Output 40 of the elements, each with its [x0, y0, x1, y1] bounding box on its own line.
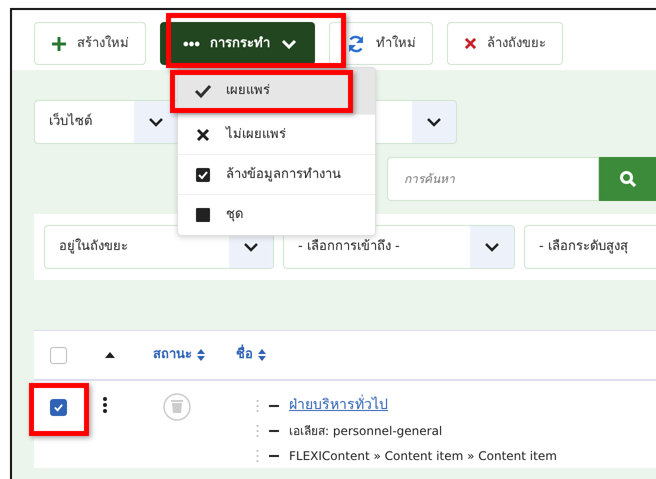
sort-icon	[196, 349, 206, 361]
more-icon	[183, 40, 200, 46]
menu-item[interactable]: ไม่เผยแพร่	[178, 115, 375, 155]
filter-select[interactable]: - เลือกการเข้าถึง -	[283, 225, 515, 269]
search-button[interactable]	[599, 157, 656, 201]
dots-icon	[256, 424, 259, 438]
plus-icon	[51, 36, 67, 52]
actions-button[interactable]: การกระทำ	[160, 22, 315, 65]
select-all-checkbox[interactable]	[50, 346, 67, 364]
menu-item[interactable]: ล้างข้อมูลการทำงาน	[178, 155, 375, 195]
dots-icon	[256, 398, 259, 412]
sort-up-icon	[105, 352, 115, 358]
column-header[interactable]: สถานะ	[153, 345, 206, 365]
dash-icon	[269, 404, 279, 406]
close-icon	[464, 37, 477, 50]
refresh-icon	[346, 34, 366, 54]
drag-handle-icon	[103, 397, 107, 413]
toolbar-button[interactable]: ทำใหม่	[329, 22, 433, 65]
highlight-frame	[29, 383, 89, 436]
filter-select[interactable]: อยู่ในถังขยะ	[44, 225, 274, 269]
check-icon	[53, 402, 64, 413]
title-link[interactable]: ฝ่ายบริหารทั่วไป	[289, 395, 388, 416]
column-header[interactable]: ชื่อ	[236, 345, 267, 365]
type-path: FLEXIContent » Content item » Content item	[289, 448, 557, 464]
square-icon	[194, 206, 212, 224]
trash-icon	[163, 393, 191, 421]
check-icon	[194, 82, 212, 100]
toolbar-button[interactable]: สร้างใหม่	[34, 22, 146, 65]
alias-text: เอเลียส: personnel-general	[289, 422, 442, 440]
site-select[interactable]: เว็บไซต์	[34, 100, 179, 144]
dash-icon	[269, 430, 279, 432]
dash-icon	[269, 454, 279, 456]
filter-select[interactable]: - เลือกระดับสูงสุ	[524, 225, 656, 269]
search-icon	[618, 170, 637, 188]
row-checkbox[interactable]	[50, 399, 67, 416]
dots-icon	[256, 448, 259, 462]
toolbar-button[interactable]: ล้างถังขยะ	[447, 22, 563, 65]
search-field[interactable]: การค้นหา	[387, 157, 600, 201]
sort-icon	[257, 349, 267, 361]
checkbox-icon	[194, 166, 212, 184]
